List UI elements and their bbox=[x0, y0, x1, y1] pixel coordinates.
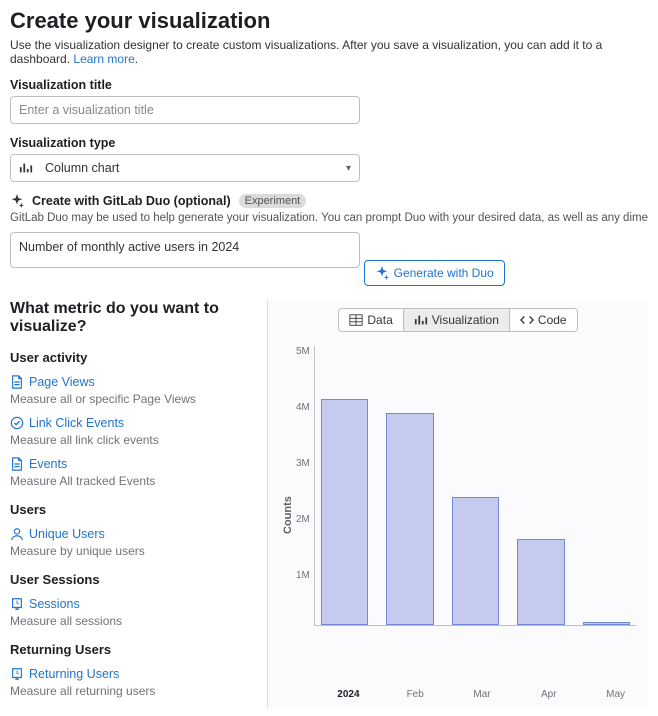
chart-plot bbox=[314, 346, 636, 626]
viz-type-label: Visualization type bbox=[10, 136, 648, 150]
page-subtitle: Use the visualization designer to create… bbox=[10, 38, 648, 66]
x-axis: 2024 Feb Mar Apr May bbox=[276, 689, 640, 700]
tab-data[interactable]: Data bbox=[339, 309, 403, 331]
metric-link[interactable]: Page Views bbox=[10, 375, 95, 389]
metric-desc: Measure all link click events bbox=[10, 433, 259, 447]
visualization-panel: Data Visualization Code Counts 5M4M3M2M1… bbox=[268, 300, 648, 708]
metric-group-title: Returning Users bbox=[10, 642, 259, 657]
experiment-badge: Experiment bbox=[239, 194, 307, 208]
sparkle-icon bbox=[10, 194, 24, 208]
metric-desc: Measure by unique users bbox=[10, 544, 259, 558]
chart-bar bbox=[452, 497, 499, 625]
x-tick: Mar bbox=[458, 689, 507, 700]
tab-visualization[interactable]: Visualization bbox=[404, 309, 510, 331]
y-axis-label: Counts bbox=[280, 346, 296, 685]
table-icon bbox=[349, 313, 363, 327]
metric-desc: Measure all returning users bbox=[10, 684, 259, 698]
chart-area: Counts 5M4M3M2M1M bbox=[276, 342, 640, 685]
metrics-heading: What metric do you want to visualize? bbox=[10, 300, 259, 336]
tab-code[interactable]: Code bbox=[510, 309, 577, 331]
metric-group-title: User activity bbox=[10, 350, 259, 365]
metric-link[interactable]: Link Click Events bbox=[10, 416, 124, 430]
learn-more-link[interactable]: Learn more bbox=[73, 52, 134, 66]
generate-duo-button[interactable]: Generate with Duo bbox=[364, 260, 505, 286]
viz-title-input[interactable] bbox=[10, 96, 360, 124]
y-axis: 5M4M3M2M1M bbox=[296, 346, 314, 626]
column-chart-icon bbox=[414, 313, 428, 327]
metric-desc: Measure all or specific Page Views bbox=[10, 392, 259, 406]
code-icon bbox=[520, 313, 534, 327]
page-title: Create your visualization bbox=[10, 8, 648, 34]
metric-link[interactable]: Events bbox=[10, 457, 67, 471]
chart-bar bbox=[321, 399, 368, 625]
metric-desc: Measure all sessions bbox=[10, 614, 259, 628]
metrics-panel: What metric do you want to visualize? Us… bbox=[10, 300, 268, 708]
metric-link[interactable]: Returning Users bbox=[10, 667, 119, 681]
metric-link[interactable]: Unique Users bbox=[10, 527, 105, 541]
metric-group-title: Users bbox=[10, 502, 259, 517]
duo-description: GitLab Duo may be used to help generate … bbox=[10, 212, 648, 224]
chart-bar bbox=[386, 413, 433, 625]
column-chart-icon bbox=[19, 161, 33, 175]
viz-title-label: Visualization title bbox=[10, 78, 648, 92]
x-tick: Feb bbox=[391, 689, 440, 700]
metric-desc: Measure All tracked Events bbox=[10, 474, 259, 488]
viz-type-value: Column chart bbox=[45, 161, 119, 175]
x-tick: 2024 bbox=[324, 689, 373, 700]
duo-prompt-textarea[interactable] bbox=[10, 232, 360, 268]
sparkle-icon bbox=[375, 266, 389, 280]
x-tick: Apr bbox=[524, 689, 573, 700]
viz-tab-group: Data Visualization Code bbox=[338, 308, 577, 332]
metric-link[interactable]: Sessions bbox=[10, 597, 80, 611]
chevron-down-icon: ▾ bbox=[346, 163, 351, 174]
x-tick: May bbox=[591, 689, 640, 700]
viz-type-select[interactable]: Column chart ▾ bbox=[10, 154, 360, 182]
duo-label: Create with GitLab Duo (optional) bbox=[32, 194, 231, 208]
metric-group-title: User Sessions bbox=[10, 572, 259, 587]
chart-bar bbox=[517, 539, 564, 625]
